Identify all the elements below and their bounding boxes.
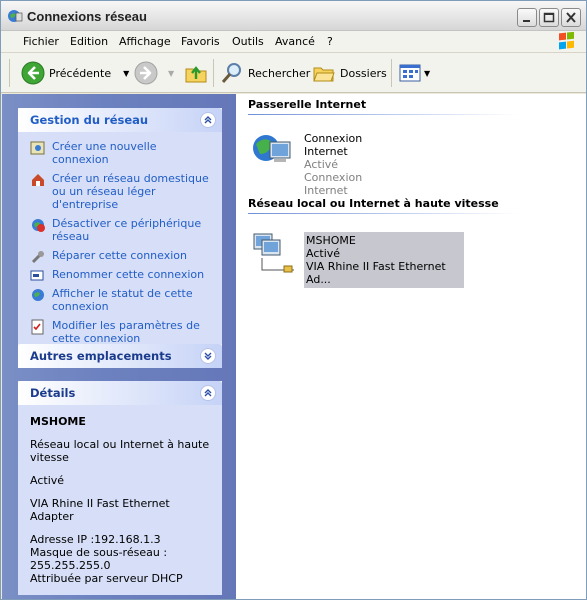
window-title: Connexions réseau [27, 9, 147, 24]
window: Connexions réseau Fichier Edition Affich… [0, 0, 587, 600]
back-arrow-icon [21, 61, 45, 85]
network-tasks-panel: Gestion du réseau Créer une nouvelle con… [18, 108, 222, 355]
lan-item-status: Activé [306, 247, 341, 260]
network-tasks-body: Créer une nouvelle connexion Créer un ré… [18, 132, 222, 355]
menu-avance[interactable]: Avancé [275, 35, 315, 48]
details-mask-label: Masque de sous-réseau : [30, 546, 168, 559]
maximize-icon [543, 12, 555, 23]
folders-label: Dossiers [340, 66, 387, 80]
group-divider [248, 114, 518, 115]
home-network-icon [32, 174, 44, 186]
network-connections-icon [8, 10, 23, 22]
wrench-icon [31, 251, 44, 264]
disable-device-icon [32, 219, 45, 232]
lan-group-title: Réseau local ou Internet à haute vitesse [248, 197, 499, 210]
folders-button[interactable]: Dossiers [312, 59, 387, 87]
search-label: Rechercher [248, 66, 311, 80]
views-button[interactable]: ▼ [398, 59, 430, 87]
search-button[interactable]: Rechercher [220, 59, 310, 87]
windows-logo-icon [559, 32, 574, 50]
menu-bar: Fichier Edition Affichage Favoris Outils… [1, 31, 586, 53]
details-title: Détails [30, 386, 76, 400]
views-dropdown-icon[interactable]: ▼ [424, 69, 430, 78]
forward-arrow-icon [134, 61, 158, 85]
details-body: MSHOME Réseau local ou Internet à haute … [18, 405, 222, 595]
menu-fichier[interactable]: Fichier [23, 35, 59, 48]
details-panel: Détails MSHOME Réseau local ou Internet … [18, 381, 222, 595]
task-home-network[interactable]: Créer un réseau domestique ou un réseau … [30, 172, 212, 211]
other-places-panel: Autres emplacements [18, 344, 222, 368]
other-places-header[interactable]: Autres emplacements [18, 344, 222, 368]
forward-button[interactable]: ▼ [134, 59, 174, 87]
lan-item-device: VIA Rhine II Fast Ethernet Ad... [306, 260, 446, 286]
details-type: Réseau local ou Internet à haute vitesse [30, 438, 210, 464]
task-change-settings[interactable]: Modifier les paramètres de cette connexi… [30, 319, 212, 345]
task-disable-device[interactable]: Désactiver ce périphérique réseau [30, 217, 212, 243]
gateway-item-status: Activé [304, 158, 339, 171]
lan-item-name: MSHOME [306, 234, 356, 247]
lan-connection-icon [253, 233, 294, 273]
expand-chevron-icon[interactable] [200, 348, 216, 364]
menu-help[interactable]: ? [327, 35, 333, 48]
toolbar: Précédente ▼ ▼ Rechercher Dossiers ▼ [1, 53, 586, 93]
views-icon [399, 64, 421, 82]
task-rename-connection[interactable]: Renommer cette connexion [30, 268, 212, 281]
search-icon [221, 63, 241, 83]
folders-icon [313, 67, 335, 82]
details-status: Activé [30, 474, 65, 487]
gateway-connection-item[interactable]: Connexion Internet Activé Connexion Inte… [250, 132, 362, 197]
other-places-title: Autres emplacements [30, 349, 172, 363]
minimize-button[interactable] [517, 8, 537, 27]
network-tasks-header[interactable]: Gestion du réseau [18, 108, 222, 132]
maximize-button[interactable] [539, 8, 559, 27]
close-icon [566, 12, 576, 23]
collapse-chevron-icon[interactable] [200, 385, 216, 401]
close-button[interactable] [561, 8, 581, 27]
settings-checklist-icon [31, 319, 44, 335]
internet-connection-icon [253, 135, 291, 162]
task-new-connection[interactable]: Créer une nouvelle connexion [30, 140, 212, 166]
details-adapter: VIA Rhine II Fast Ethernet Adapter [30, 497, 170, 523]
gateway-group-title: Passerelle Internet [248, 98, 367, 111]
menu-affichage[interactable]: Affichage [119, 35, 171, 48]
status-icon [32, 289, 44, 301]
group-divider [248, 213, 518, 214]
menu-outils[interactable]: Outils [232, 35, 264, 48]
details-ip: Adresse IP :192.168.1.3 [30, 533, 161, 546]
content-pane: Passerelle Internet Connexion Internet A… [236, 94, 586, 599]
task-pane: Gestion du réseau Créer une nouvelle con… [2, 94, 236, 599]
lan-connection-item[interactable]: MSHOME Activé VIA Rhine II Fast Ethernet… [250, 232, 464, 288]
details-name: MSHOME [30, 415, 86, 428]
minimize-icon [523, 20, 530, 22]
details-header[interactable]: Détails [18, 381, 222, 405]
title-bar[interactable]: Connexions réseau [1, 1, 586, 31]
up-folder-button[interactable] [184, 59, 208, 87]
forward-dropdown-icon[interactable]: ▼ [168, 69, 174, 78]
back-label: Précédente [49, 66, 112, 80]
collapse-chevron-icon[interactable] [200, 112, 216, 128]
up-folder-icon [185, 66, 207, 83]
new-connection-icon [30, 141, 45, 155]
details-mask: 255.255.255.0 [30, 559, 111, 572]
rename-icon [30, 270, 44, 281]
details-assigned: Attribuée par serveur DHCP [30, 572, 183, 585]
menu-favoris[interactable]: Favoris [181, 35, 220, 48]
back-dropdown-icon[interactable]: ▼ [123, 69, 129, 78]
gateway-item-type: Connexion Internet [304, 171, 363, 197]
task-view-status[interactable]: Afficher le statut de cette connexion [30, 287, 212, 313]
gateway-item-name: Connexion Internet [304, 132, 363, 158]
task-repair-connection[interactable]: Réparer cette connexion [30, 249, 212, 264]
network-tasks-title: Gestion du réseau [30, 113, 149, 127]
menu-edition[interactable]: Edition [70, 35, 108, 48]
back-button[interactable]: Précédente ▼ [21, 59, 129, 87]
